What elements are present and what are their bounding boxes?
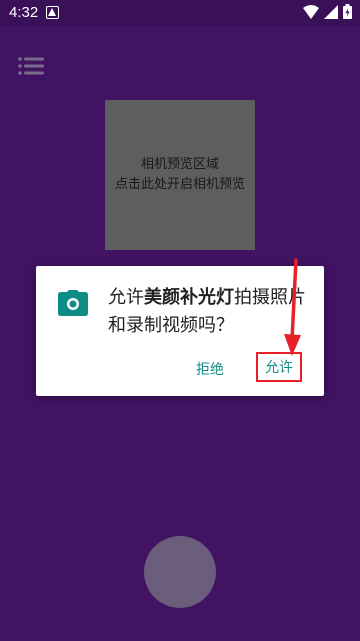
camera-preview-hint: 点击此处开启相机预览 <box>114 177 245 192</box>
dialog-message-prefix: 允许 <box>108 287 144 308</box>
camera-icon <box>58 290 88 316</box>
shutter-button[interactable] <box>144 536 216 608</box>
battery-icon <box>343 3 352 23</box>
camera-preview-area[interactable]: 相机预览区域 点击此处开启相机预览 <box>105 100 255 250</box>
dialog-app-name: 美颜补光灯 <box>144 287 234 308</box>
permission-dialog: 允许美颜补光灯拍摄照片和录制视频吗？ 拒绝 允许 <box>36 266 324 396</box>
allow-button-label: 允许 <box>265 360 293 376</box>
menu-icon[interactable] <box>18 56 44 76</box>
camera-preview-title: 相机预览区域 <box>140 157 219 172</box>
status-time: 4:32 <box>9 4 39 21</box>
deny-button[interactable]: 拒绝 <box>196 359 224 379</box>
annotation-arrow-icon <box>284 258 301 356</box>
wifi-icon <box>303 4 319 23</box>
status-bar: 4:32 <box>0 0 360 26</box>
notification-a-icon <box>46 6 59 19</box>
signal-icon <box>324 4 338 23</box>
status-icons <box>303 3 352 23</box>
